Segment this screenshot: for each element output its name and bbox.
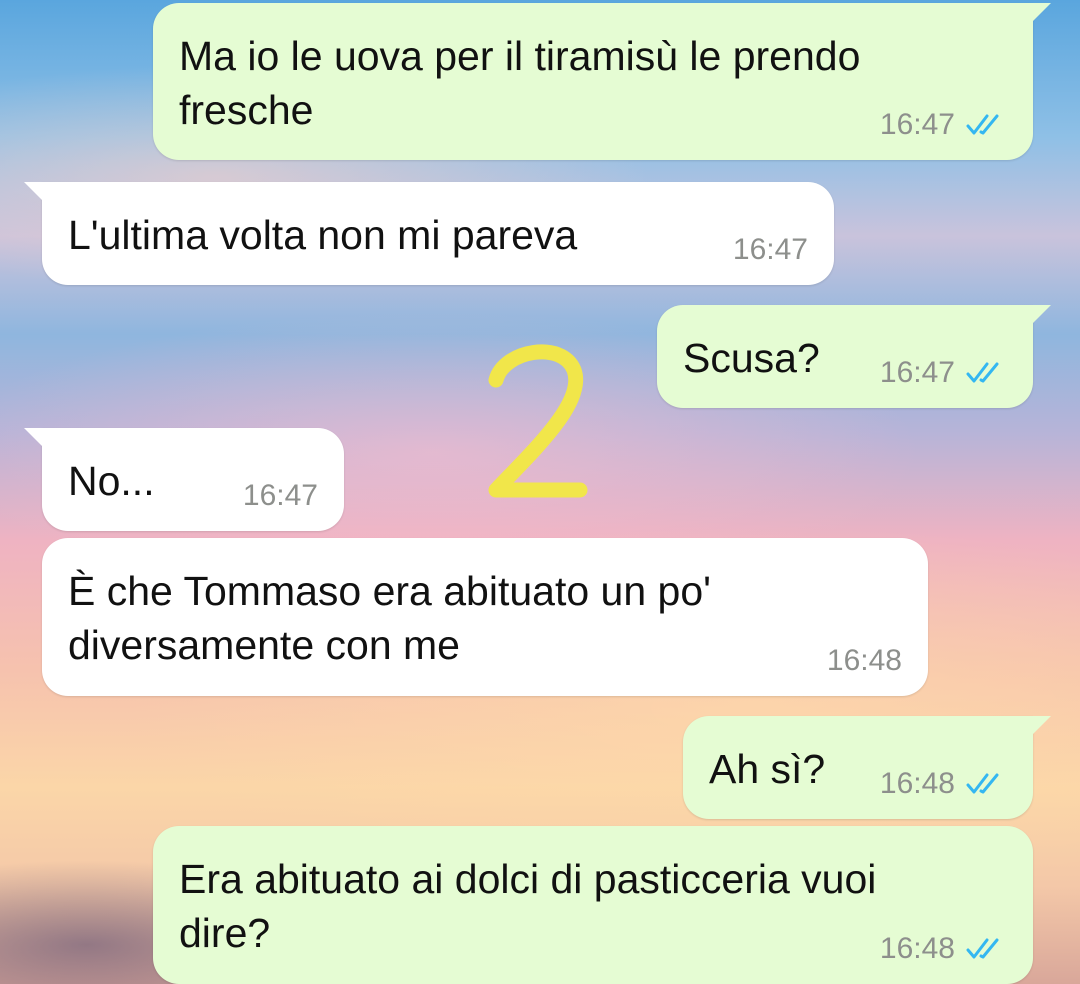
- message-bubble-outgoing[interactable]: Ma io le uova per il tiramisù le prendo …: [153, 3, 1051, 160]
- message-meta: 16:48: [827, 644, 902, 678]
- message-meta: 16:47: [243, 479, 318, 513]
- message-bubble-incoming[interactable]: L'ultima volta non mi pareva 16:47: [24, 182, 834, 285]
- message-time: 16:47: [242, 479, 318, 512]
- message-text: È che Tommaso era abituato un po' divers…: [68, 568, 711, 668]
- message-time: 16:48: [879, 767, 955, 800]
- message-meta: 16:48: [880, 767, 1007, 801]
- read-ticks-icon: [966, 938, 999, 959]
- message-bubble-outgoing[interactable]: Era abituato ai dolci di pasticceria vuo…: [153, 826, 1033, 984]
- message-time: 16:48: [826, 644, 902, 677]
- message-bubble-outgoing[interactable]: Scusa? 16:47: [657, 305, 1051, 408]
- message-bubble-incoming[interactable]: No... 16:47: [24, 428, 344, 531]
- message-meta: 16:48: [880, 932, 1007, 966]
- read-ticks-icon: [966, 773, 999, 794]
- message-time: 16:47: [879, 108, 955, 141]
- message-meta: 16:47: [733, 233, 808, 267]
- read-ticks-icon: [966, 114, 999, 135]
- message-time: 16:47: [879, 356, 955, 389]
- message-meta: 16:47: [880, 108, 1007, 142]
- read-ticks-icon: [966, 362, 999, 383]
- message-time: 16:47: [732, 233, 808, 266]
- message-time: 16:48: [879, 932, 955, 965]
- message-text: L'ultima volta non mi pareva: [68, 212, 578, 258]
- annotation-number: [488, 344, 588, 498]
- message-meta: 16:47: [880, 356, 1007, 390]
- message-bubble-outgoing[interactable]: Ah sì? 16:48: [683, 716, 1051, 819]
- message-bubble-incoming[interactable]: È che Tommaso era abituato un po' divers…: [42, 538, 928, 696]
